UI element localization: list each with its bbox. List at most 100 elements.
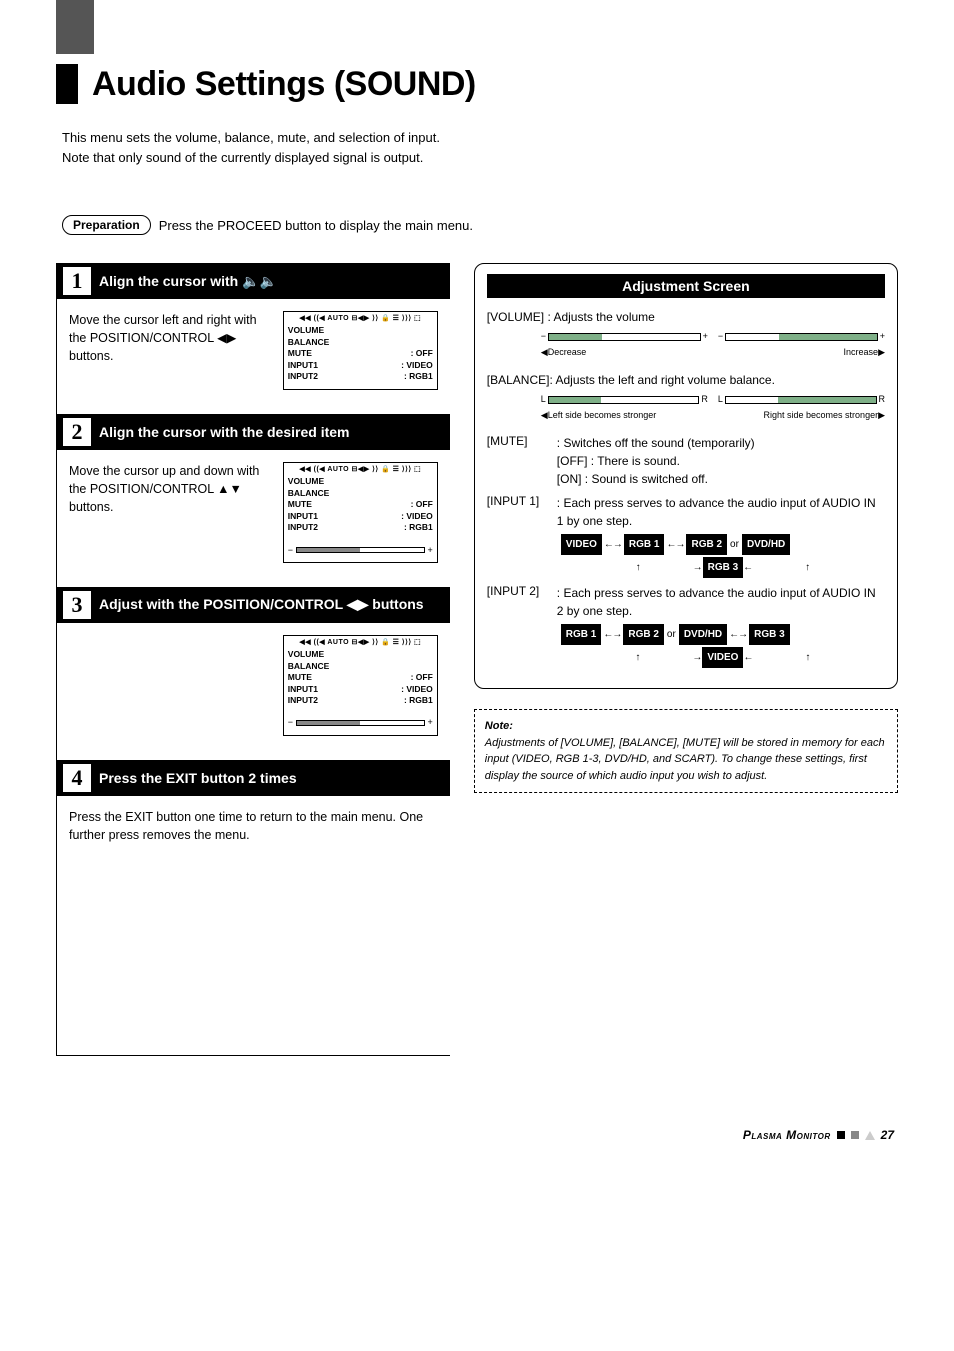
osd-input2-value: : RGB1 xyxy=(404,522,433,533)
osd-balance-label: BALANCE xyxy=(288,337,330,348)
speaker-icon: 🔈🔈 xyxy=(242,273,277,289)
tag-rgb2: RGB 2 xyxy=(686,534,727,555)
tag-dvdhd: DVD/HD xyxy=(679,624,727,645)
osd-balance-label: BALANCE xyxy=(288,488,330,499)
preparation-text: Press the PROCEED button to display the … xyxy=(159,218,473,233)
osd-input2-label: INPUT2 xyxy=(288,522,318,533)
osd-input1-value: : VIDEO xyxy=(401,511,433,522)
step1-header: 1 Align the cursor with 🔈🔈 xyxy=(57,263,450,299)
page-title-row: Audio Settings (SOUND) xyxy=(56,64,898,104)
footer-brand: Plasma Monitor xyxy=(743,1128,831,1142)
step3-header: 3 Adjust with the POSITION/CONTROL ◀▶ bu… xyxy=(57,587,450,623)
input1-flow: VIDEO←→RGB 1←→RGB 2orDVD/HD ↑ →RGB 3← ↑ xyxy=(561,534,885,578)
tag-rgb1: RGB 1 xyxy=(624,534,665,555)
adjustment-column: Adjustment Screen [VOLUME] : Adjusts the… xyxy=(474,263,898,1056)
osd-input1-value: : VIDEO xyxy=(401,360,433,371)
or-text: or xyxy=(667,629,676,640)
step3-text xyxy=(69,635,267,736)
balance-right-sub: Right side becomes stronger▶ xyxy=(718,409,885,423)
volume-bar-left: −+ xyxy=(541,330,708,344)
mute-line3: [ON] : Sound is switched off. xyxy=(557,472,708,486)
osd-input2-label: INPUT2 xyxy=(288,371,318,382)
preparation-row: Preparation Press the PROCEED button to … xyxy=(62,215,898,235)
step3-title: Adjust with the POSITION/CONTROL ◀▶ butt… xyxy=(99,596,424,613)
intro-line2: Note that only sound of the currently di… xyxy=(62,150,423,165)
osd-input2-value: : RGB1 xyxy=(404,695,433,706)
footer-page-number: 27 xyxy=(881,1128,894,1142)
osd-slider: −+ xyxy=(288,716,433,728)
tag-dvdhd: DVD/HD xyxy=(742,534,790,555)
note-title: Note: xyxy=(485,720,513,732)
osd-screenshot-1: ◀◀ ((◀ AUTO ⊟◀▶ ⟩⟩ 🔒 ☰ ⟩⟩⟩ ⬚ VOLUME BALA… xyxy=(283,311,438,390)
adjustment-title: Adjustment Screen xyxy=(487,274,885,298)
osd-mute-value: : OFF xyxy=(411,348,433,359)
balance-left-sub: ◀Left side becomes stronger xyxy=(541,409,708,423)
step1-text: Move the cursor left and right with the … xyxy=(69,311,267,390)
osd-volume-label: VOLUME xyxy=(288,476,324,487)
osd-icon-strip: ◀◀ ((◀ AUTO ⊟◀▶ ⟩⟩ 🔒 ☰ ⟩⟩⟩ ⬚ xyxy=(288,314,433,323)
input1-desc: : Each press serves to advance the audio… xyxy=(557,496,876,528)
step1-title-pre: Align the cursor with xyxy=(99,273,242,289)
balance-label: [BALANCE]: Adjusts the left and right vo… xyxy=(487,371,885,389)
input2-flow: RGB 1←→RGB 2orDVD/HD←→RGB 3 ↑ →VIDEO← ↑ xyxy=(561,624,885,668)
adjustment-panel: Adjustment Screen [VOLUME] : Adjusts the… xyxy=(474,263,898,689)
or-text: or xyxy=(730,539,739,550)
step4-title: Press the EXIT button 2 times xyxy=(99,770,297,786)
volume-bar-right: −+ xyxy=(718,330,885,344)
step4-header: 4 Press the EXIT button 2 times xyxy=(57,760,450,796)
osd-mute-value: : OFF xyxy=(411,672,433,683)
step2-header: 2 Align the cursor with the desired item xyxy=(57,414,450,450)
osd-screenshot-2: ◀◀ ((◀ AUTO ⊟◀▶ ⟩⟩ 🔒 ☰ ⟩⟩⟩ ⬚ VOLUME BALA… xyxy=(283,462,438,563)
osd-icon-strip: ◀◀ ((◀ AUTO ⊟◀▶ ⟩⟩ 🔒 ☰ ⟩⟩⟩ ⬚ xyxy=(288,638,433,647)
osd-input1-value: : VIDEO xyxy=(401,684,433,695)
square-icon xyxy=(837,1131,845,1139)
step4-number: 4 xyxy=(63,764,91,792)
tag-video: VIDEO xyxy=(702,647,743,668)
osd-slider: −+ xyxy=(288,544,433,556)
triangle-icon xyxy=(865,1131,875,1140)
volume-decrease: ◀Decrease xyxy=(541,346,708,360)
input2-key: [INPUT 2] xyxy=(487,584,549,668)
osd-screenshot-3: ◀◀ ((◀ AUTO ⊟◀▶ ⟩⟩ 🔒 ☰ ⟩⟩⟩ ⬚ VOLUME BALA… xyxy=(283,635,438,736)
preparation-badge: Preparation xyxy=(62,215,151,235)
step2-text: Move the cursor up and down with the POS… xyxy=(69,462,267,563)
osd-mute-label: MUTE xyxy=(288,672,312,683)
page-title: Audio Settings (SOUND) xyxy=(92,65,476,104)
tag-rgb3: RGB 3 xyxy=(749,624,790,645)
osd-volume-label: VOLUME xyxy=(288,649,324,660)
osd-input1-label: INPUT1 xyxy=(288,360,318,371)
intro-paragraph: This menu sets the volume, balance, mute… xyxy=(62,128,898,167)
page-tab-decoration xyxy=(56,0,94,54)
step2-number: 2 xyxy=(63,418,91,446)
volume-increase: Increase▶ xyxy=(718,346,885,360)
mute-line2: [OFF] : There is sound. xyxy=(557,454,680,468)
step4-text: Press the EXIT button one time to return… xyxy=(57,808,450,1056)
balance-bar-left: LR xyxy=(541,393,708,407)
step1-number: 1 xyxy=(63,267,91,295)
page-footer: Plasma Monitor 27 xyxy=(56,1128,894,1142)
mute-key: [MUTE] xyxy=(487,434,549,488)
balance-bar-right: LR xyxy=(718,393,885,407)
osd-input1-label: INPUT1 xyxy=(288,511,318,522)
tag-rgb2: RGB 2 xyxy=(623,624,664,645)
osd-mute-label: MUTE xyxy=(288,348,312,359)
step2-title: Align the cursor with the desired item xyxy=(99,424,349,440)
osd-input2-label: INPUT2 xyxy=(288,695,318,706)
volume-label: [VOLUME] : Adjusts the volume xyxy=(487,308,885,326)
tag-video: VIDEO xyxy=(561,534,602,555)
osd-balance-label: BALANCE xyxy=(288,661,330,672)
step3-number: 3 xyxy=(63,591,91,619)
note-box: Note: Adjustments of [VOLUME], [BALANCE]… xyxy=(474,709,898,793)
osd-volume-label: VOLUME xyxy=(288,325,324,336)
intro-line1: This menu sets the volume, balance, mute… xyxy=(62,130,440,145)
osd-mute-value: : OFF xyxy=(411,499,433,510)
input1-key: [INPUT 1] xyxy=(487,494,549,578)
note-body: Adjustments of [VOLUME], [BALANCE], [MUT… xyxy=(485,737,885,782)
square-icon xyxy=(851,1131,859,1139)
osd-icon-strip: ◀◀ ((◀ AUTO ⊟◀▶ ⟩⟩ 🔒 ☰ ⟩⟩⟩ ⬚ xyxy=(288,465,433,474)
steps-column: 1 Align the cursor with 🔈🔈 Move the curs… xyxy=(56,263,450,1056)
tag-rgb3: RGB 3 xyxy=(703,557,744,578)
tag-rgb1: RGB 1 xyxy=(561,624,602,645)
osd-input1-label: INPUT1 xyxy=(288,684,318,695)
osd-input2-value: : RGB1 xyxy=(404,371,433,382)
